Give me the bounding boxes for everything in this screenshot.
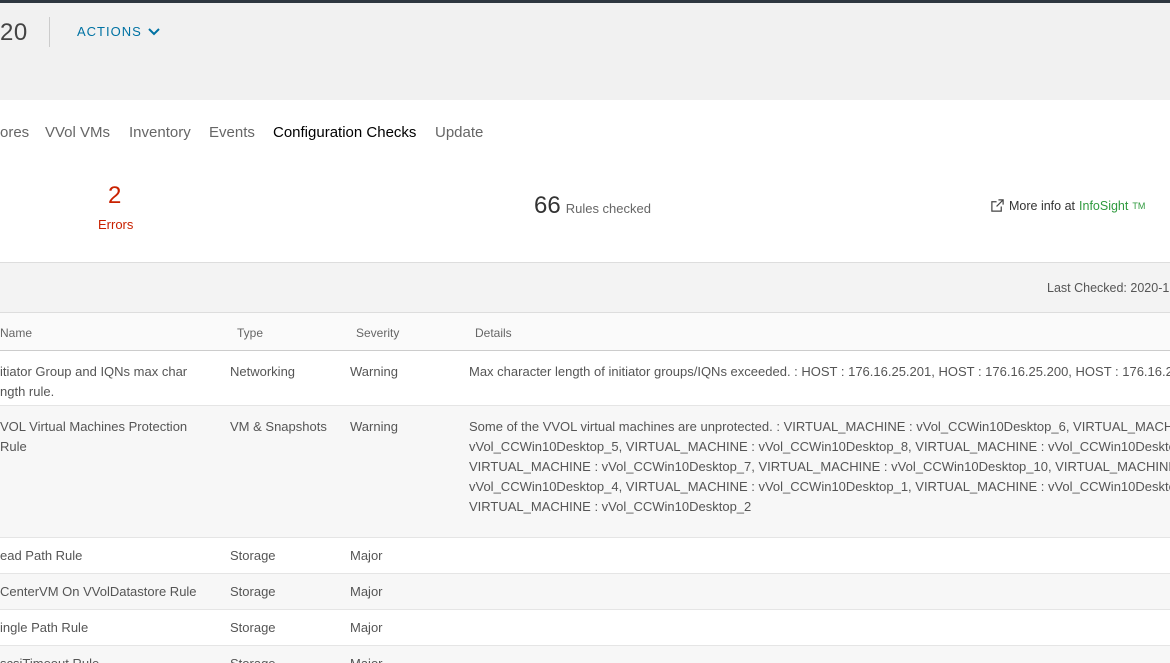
last-checked-bar: Last Checked: 2020-1 xyxy=(0,262,1170,312)
tab-events[interactable]: Events xyxy=(209,124,255,141)
cell-name: CenterVM On VVolDatastore Rule xyxy=(0,584,197,599)
cell-type: Storage xyxy=(230,620,276,635)
cell-severity: Major xyxy=(350,548,383,563)
cell-type: Storage xyxy=(230,584,276,599)
last-checked-text: Last Checked: 2020-1 xyxy=(1047,281,1170,295)
table-row[interactable]: itiator Group and IQNs max char ngth rul… xyxy=(0,351,1170,406)
cell-severity: Major xyxy=(350,654,383,663)
tab-inventory[interactable]: Inventory xyxy=(129,124,191,141)
cell-type: Storage xyxy=(230,548,276,563)
tab-update[interactable]: Update xyxy=(435,124,483,141)
column-header-name[interactable]: Name xyxy=(0,326,32,340)
more-info-prefix: More info at xyxy=(1009,198,1076,213)
table-row[interactable]: VOL Virtual Machines Protection Rule VM … xyxy=(0,406,1170,538)
cell-name: ingle Path Rule xyxy=(0,620,89,635)
external-link-icon xyxy=(991,199,1004,212)
checks-summary: 2 Errors 66 Rules checked More info at I… xyxy=(0,170,1170,262)
column-header-details[interactable]: Details xyxy=(475,326,512,340)
actions-menu-button[interactable]: ACTIONS xyxy=(77,24,160,39)
table-row[interactable]: ead Path Rule Storage Major xyxy=(0,538,1170,574)
chevron-down-icon xyxy=(148,27,160,35)
trademark-mark: TM xyxy=(1132,200,1146,211)
column-header-severity[interactable]: Severity xyxy=(356,326,399,340)
errors-count: 2 xyxy=(108,182,122,209)
table-row[interactable]: CenterVM On VVolDatastore Rule Storage M… xyxy=(0,574,1170,610)
rules-checked: 66 Rules checked xyxy=(534,192,651,220)
more-info: More info at InfoSight TM xyxy=(990,198,1145,213)
object-header: 20 ACTIONS xyxy=(0,3,1170,100)
main-content: ores VVol VMs Inventory Events Configura… xyxy=(0,100,1170,663)
tab-vvol-vms[interactable]: VVol VMs xyxy=(45,124,110,141)
header-divider xyxy=(49,17,50,47)
object-title: 20 xyxy=(0,19,28,46)
cell-details: Some of the VVOL virtual machines are un… xyxy=(469,419,1170,514)
cell-name: VOL Virtual Machines Protection Rule xyxy=(0,419,188,454)
cell-severity: Major xyxy=(350,620,383,635)
cell-severity: Warning xyxy=(350,364,398,379)
rules-label: Rules checked xyxy=(565,201,651,216)
actions-label: ACTIONS xyxy=(77,24,142,39)
cell-type: Networking xyxy=(230,364,296,379)
infosight-link[interactable]: InfoSight xyxy=(1079,199,1128,213)
cell-severity: Major xyxy=(350,584,383,599)
cell-type: VM & Snapshots xyxy=(230,419,327,434)
table-row[interactable]: ingle Path Rule Storage Major xyxy=(0,610,1170,646)
cell-name: itiator Group and IQNs max char ngth rul… xyxy=(0,364,188,399)
table-row[interactable]: scsiTimeout Rule Storage Major xyxy=(0,646,1170,663)
errors-label: Errors xyxy=(98,217,134,232)
cell-name: ead Path Rule xyxy=(0,548,83,563)
cell-severity: Warning xyxy=(350,419,398,434)
cell-name: scsiTimeout Rule xyxy=(0,654,215,663)
config-checks-table: Name Type Severity Details itiator Group… xyxy=(0,312,1170,663)
tab-datastores[interactable]: ores xyxy=(0,124,29,141)
table-header: Name Type Severity Details xyxy=(0,312,1170,351)
column-header-type[interactable]: Type xyxy=(237,326,263,340)
cell-details: Max character length of initiator groups… xyxy=(469,364,1170,379)
cell-type: Storage xyxy=(230,654,276,663)
rules-count: 66 xyxy=(534,192,561,219)
tab-configuration-checks[interactable]: Configuration Checks xyxy=(273,124,416,141)
